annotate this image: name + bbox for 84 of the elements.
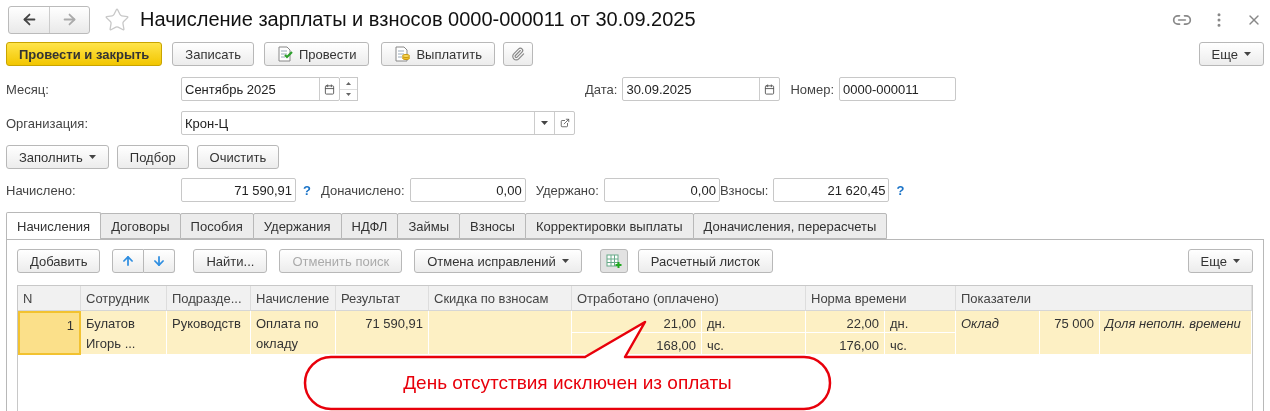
column-header[interactable]: Отработано (оплачено) (572, 286, 806, 311)
month-label: Месяц: (6, 81, 50, 97)
document-coins-icon (394, 46, 411, 62)
table-cell[interactable]: чс. (885, 333, 956, 355)
date-field[interactable]: 30.09.2025 (622, 77, 781, 101)
total-field: 0,00 (409, 178, 526, 202)
help-link[interactable]: ? (303, 182, 311, 198)
caret-icon (1233, 259, 1240, 263)
table-cell[interactable]: Оклад (956, 311, 1040, 355)
window-title: Начисление зарплаты и взносов 0000-000011 от 30.09.2025 (140, 8, 697, 31)
tab[interactable]: Пособия (179, 213, 254, 239)
organization-field[interactable]: Крон-Ц (181, 111, 575, 135)
column-header[interactable]: Сотрудник (81, 286, 167, 311)
toolbar-button[interactable]: Добавить (17, 249, 101, 273)
table-cell[interactable]: 71 590,91 (336, 311, 429, 355)
save-button[interactable]: Записать (172, 42, 254, 66)
total-label: Начислено: (6, 182, 77, 198)
tab[interactable]: Взносы (459, 213, 526, 239)
number-field[interactable]: 0000-000011 (839, 77, 957, 101)
column-header[interactable]: Норма времени (806, 286, 956, 311)
caret-icon (561, 259, 569, 263)
form-button[interactable]: Подбор (116, 145, 189, 169)
total-field: 0,00 (603, 178, 720, 202)
table-cell[interactable]: 22,00 (806, 311, 885, 333)
row-number-cell[interactable]: 1 (18, 311, 81, 355)
form-button[interactable]: Очистить (196, 145, 280, 169)
post-button[interactable]: Провести (263, 42, 370, 66)
column-header[interactable]: Показатели (956, 286, 1252, 311)
more-button[interactable]: Еще (1187, 249, 1253, 273)
caret-icon (541, 121, 548, 125)
fill-menu-button[interactable]: Заполнить (6, 145, 109, 169)
table-cell[interactable]: Руководств (167, 311, 251, 355)
calendar-icon (324, 83, 335, 95)
column-header[interactable]: Результат (336, 286, 429, 311)
tab[interactable]: Корректировки выплаты (524, 213, 694, 239)
tab[interactable]: НДФЛ (340, 213, 399, 239)
column-header[interactable]: N (18, 286, 81, 311)
date-label: Дата: (585, 81, 618, 97)
total-field: 71 590,91 (181, 178, 296, 202)
attach-button[interactable] (502, 42, 533, 66)
table-cell[interactable]: Булатов Игорь ... (81, 311, 167, 355)
number-label: Номер: (790, 81, 835, 97)
move-down-button[interactable] (144, 249, 176, 273)
caret-icon (88, 155, 96, 159)
table-cell[interactable]: дн. (885, 311, 956, 333)
post-and-close-button[interactable]: Провести и закрыть (6, 42, 163, 66)
open-icon (559, 118, 570, 128)
star-icon[interactable] (104, 6, 130, 33)
total-label: Удержано: (535, 182, 599, 198)
pay-button[interactable]: Выплатить (381, 42, 495, 66)
month-field[interactable]: Сентябрь 2025 (181, 77, 340, 101)
column-header[interactable]: Скидка по взносам (429, 286, 572, 311)
caret-icon (1244, 52, 1251, 56)
paperclip-icon (510, 47, 525, 61)
help-link[interactable]: ? (896, 182, 905, 198)
toolbar-button[interactable]: Найти... (193, 249, 268, 273)
table-add-icon (605, 253, 622, 269)
tab[interactable]: Договоры (100, 213, 181, 239)
table-cell[interactable]: чс. (702, 333, 806, 355)
table-cell[interactable]: 176,00 (806, 333, 885, 355)
callout-text: День отсутствия исключен из оплаты (403, 372, 732, 394)
tab[interactable]: Удержания (252, 213, 342, 239)
undo-corrections-button[interactable]: Отмена исправлений (414, 249, 582, 273)
table-cell[interactable]: 75 000 (1040, 311, 1100, 355)
tab[interactable]: Займы (397, 213, 461, 239)
tab[interactable]: Начисления (6, 212, 102, 239)
calendar-icon (764, 83, 776, 95)
table-cell[interactable]: Доля неполн. времени (1100, 311, 1252, 355)
table-cell[interactable]: Оплата по окладу (251, 311, 336, 355)
table-cell[interactable]: дн. (702, 311, 806, 333)
document-check-icon (276, 46, 293, 62)
total-label: Взносы: (719, 182, 769, 198)
total-label: Доначислено: (320, 182, 405, 198)
toolbar-button[interactable]: Расчетный листок (637, 249, 773, 273)
table-settings-button[interactable] (599, 249, 628, 273)
organization-label: Организация: (6, 115, 90, 131)
tab[interactable]: Доначисления, перерасчеты (692, 213, 888, 239)
column-header[interactable]: Начисление (251, 286, 336, 311)
more-button[interactable]: Еще (1198, 42, 1264, 66)
column-header[interactable]: Подразде... (167, 286, 251, 311)
month-spinner[interactable] (340, 77, 358, 101)
total-field: 21 620,45 (773, 178, 890, 202)
move-up-button[interactable] (112, 249, 145, 273)
table-cell[interactable]: 21,00 (572, 311, 702, 333)
